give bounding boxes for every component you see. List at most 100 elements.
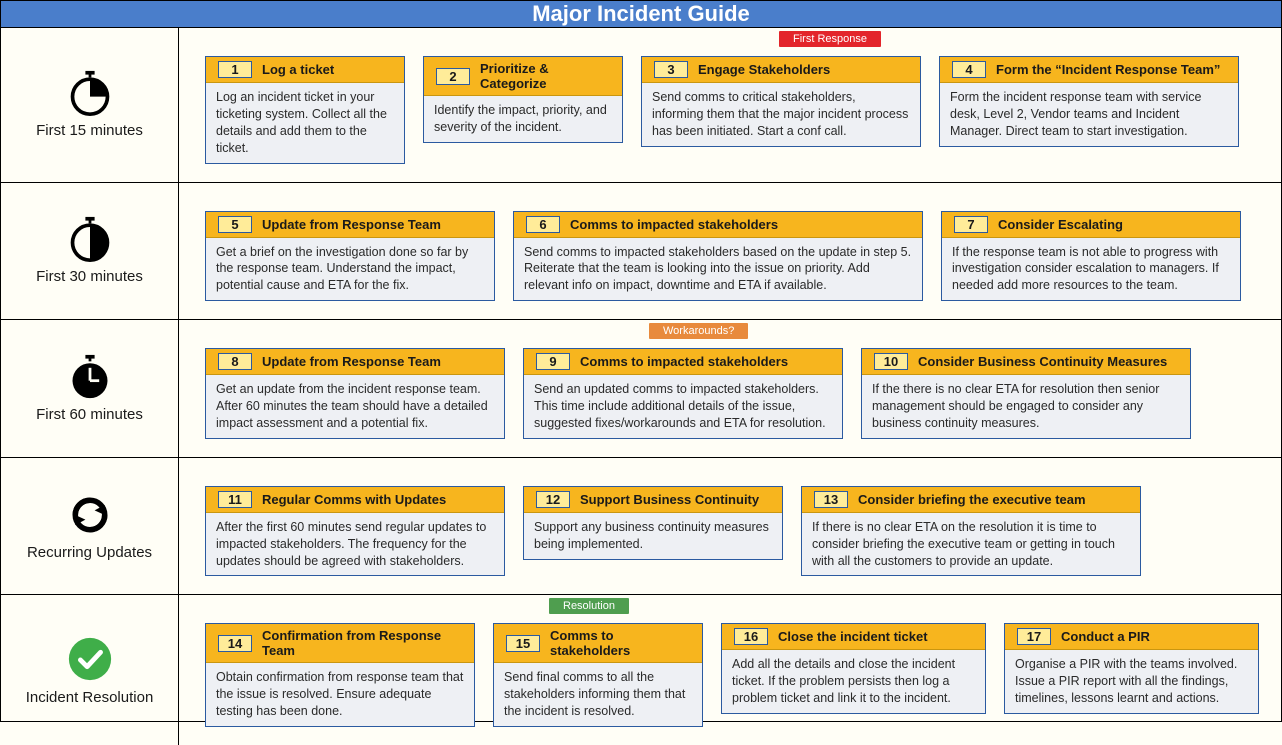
- step-body: Send comms to critical stakeholders, inf…: [642, 83, 920, 146]
- phase-row: First 30 minutes 5 Update from Response Te…: [1, 183, 1281, 321]
- step-number: 3: [654, 61, 688, 78]
- step-number: 16: [734, 628, 768, 645]
- step-title: Prioritize & Categorize: [480, 61, 610, 91]
- step-card: 6 Comms to impacted stakeholders Send comm…: [513, 211, 923, 302]
- step-card: 15Comms to stakeholdersSend final comms …: [493, 623, 703, 727]
- step-body: Support any business continuity measures…: [524, 513, 782, 559]
- step-number: 1: [218, 61, 252, 78]
- phase-label: First 15 minutes: [1, 28, 179, 182]
- step-title: Consider briefing the executive team: [858, 492, 1086, 507]
- stopwatch-full-icon: [67, 354, 113, 400]
- phase-row: First 15 minutes First Response 1 Log a tic…: [1, 28, 1281, 183]
- step-number: 2: [436, 68, 470, 85]
- step-card: 11 Regular Comms with Updates After the fi…: [205, 486, 505, 577]
- step-title: Comms to stakeholders: [550, 628, 690, 658]
- phase-row: First 60 minutesWorkarounds?8Update from…: [1, 320, 1281, 458]
- stopwatch-quarter-icon: [67, 70, 113, 116]
- step-card: 5 Update from Response Team Get a brief on…: [205, 211, 495, 302]
- step-body: Organise a PIR with the teams involved. …: [1005, 650, 1258, 713]
- phase-content: Resolution 14 Confirmation from Response T…: [179, 595, 1281, 745]
- phase-content: First Response 1 Log a ticket Log an incide…: [179, 28, 1281, 182]
- step-number: 13: [814, 491, 848, 508]
- step-title: Conduct a PIR: [1061, 629, 1150, 644]
- step-card-header: 16 Close the incident ticket: [722, 624, 985, 650]
- step-title: Comms to impacted stakeholders: [580, 354, 788, 369]
- step-title: Comms to impacted stakeholders: [570, 217, 778, 232]
- step-title: Confirmation from Response Team: [262, 628, 462, 658]
- step-number: 6: [526, 216, 560, 233]
- step-body: Send final comms to all the stakeholders…: [494, 663, 702, 726]
- step-card: 8Update from Response TeamGet an update …: [205, 348, 505, 439]
- step-title: Close the incident ticket: [778, 629, 928, 644]
- step-number: 17: [1017, 628, 1051, 645]
- step-title: Log a ticket: [262, 62, 334, 77]
- step-card-header: 2 Prioritize & Categorize: [424, 57, 622, 96]
- page-title: Major Incident Guide: [1, 1, 1281, 28]
- phase-content: 11 Regular Comms with Updates After the fi…: [179, 458, 1281, 595]
- step-body: Obtain confirmation from response team t…: [206, 663, 474, 726]
- phase-row: Incident Resolution Resolution 14 Confirmat…: [1, 595, 1281, 745]
- phase-label-text: Recurring Updates: [27, 544, 152, 561]
- step-body: Get a brief on the investigation done so…: [206, 238, 494, 301]
- step-card-header: 1 Log a ticket: [206, 57, 404, 83]
- step-body: Form the incident response team with ser…: [940, 83, 1238, 146]
- step-number: 10: [874, 353, 908, 370]
- step-number: 9: [536, 353, 570, 370]
- step-body: Send an updated comms to impacted stakeh…: [524, 375, 842, 438]
- step-body: Add all the details and close the incide…: [722, 650, 985, 713]
- step-card: 1 Log a ticket Log an incident ticket in y…: [205, 56, 405, 164]
- stopwatch-half-icon: [67, 216, 113, 262]
- step-card-header: 3Engage Stakeholders: [642, 57, 920, 83]
- step-number: 11: [218, 491, 252, 508]
- step-card-header: 5 Update from Response Team: [206, 212, 494, 238]
- step-card: 16 Close the incident ticket Add all the d…: [721, 623, 986, 714]
- phase-content: 5 Update from Response Team Get a brief on…: [179, 183, 1281, 320]
- phase-label-text: First 15 minutes: [36, 122, 143, 139]
- step-number: 4: [952, 61, 986, 78]
- step-title: Update from Response Team: [262, 217, 441, 232]
- step-card: 3Engage StakeholdersSend comms to critic…: [641, 56, 921, 147]
- phase-label: First 30 minutes: [1, 183, 179, 320]
- incident-guide: Major Incident Guide First 15 minutesFir…: [0, 0, 1282, 722]
- phase-row: Recurring Updates 11 Regular Comms with Up…: [1, 458, 1281, 596]
- step-card: 2 Prioritize & Categorize Identify the imp…: [423, 56, 623, 143]
- phase-content: Workarounds?8Update from Response TeamGe…: [179, 320, 1281, 457]
- phase-tag: First Response: [779, 31, 881, 47]
- step-card: 12Support Business ContinuitySupport any…: [523, 486, 783, 560]
- step-title: Consider Escalating: [998, 217, 1123, 232]
- step-number: 14: [218, 635, 252, 652]
- recurring-icon: [67, 492, 113, 538]
- step-card-header: 11 Regular Comms with Updates: [206, 487, 504, 513]
- step-body: Log an incident ticket in your ticketing…: [206, 83, 404, 163]
- step-number: 12: [536, 491, 570, 508]
- step-body: If there is no clear ETA on the resoluti…: [802, 513, 1140, 576]
- step-card-header: 7 Consider Escalating: [942, 212, 1240, 238]
- step-card: 7 Consider Escalating If the response team…: [941, 211, 1241, 302]
- step-title: Regular Comms with Updates: [262, 492, 446, 507]
- phase-tag: Resolution: [549, 598, 629, 614]
- step-card: 9 Comms to impacted stakeholders Send an u…: [523, 348, 843, 439]
- step-card: 13 Consider briefing the executive team If…: [801, 486, 1141, 577]
- step-body: Identify the impact, priority, and sever…: [424, 96, 622, 142]
- step-title: Consider Business Continuity Measures: [918, 354, 1167, 369]
- step-card-header: 8Update from Response Team: [206, 349, 504, 375]
- step-card-header: 10 Consider Business Continuity Measures: [862, 349, 1190, 375]
- step-card-header: 9 Comms to impacted stakeholders: [524, 349, 842, 375]
- step-number: 7: [954, 216, 988, 233]
- phase-label: Incident Resolution: [1, 595, 179, 745]
- step-body: Get an update from the incident response…: [206, 375, 504, 438]
- step-card: 17 Conduct a PIR Organise a PIR with the t…: [1004, 623, 1259, 714]
- step-card: 4Form the “Incident Response Team”Form t…: [939, 56, 1239, 147]
- step-body: If the response team is not able to prog…: [942, 238, 1240, 301]
- step-card: 10 Consider Business Continuity Measures I…: [861, 348, 1191, 439]
- step-body: Send comms to impacted stakeholders base…: [514, 238, 922, 301]
- phase-label-text: First 30 minutes: [36, 268, 143, 285]
- rows-container: First 15 minutes First Response 1 Log a tic…: [1, 28, 1281, 745]
- step-card-header: 4Form the “Incident Response Team”: [940, 57, 1238, 83]
- step-body: If the there is no clear ETA for resolut…: [862, 375, 1190, 438]
- check-circle-icon: [66, 635, 114, 683]
- step-number: 5: [218, 216, 252, 233]
- step-card-header: 14 Confirmation from Response Team: [206, 624, 474, 663]
- step-card-header: 12Support Business Continuity: [524, 487, 782, 513]
- step-body: After the first 60 minutes send regular …: [206, 513, 504, 576]
